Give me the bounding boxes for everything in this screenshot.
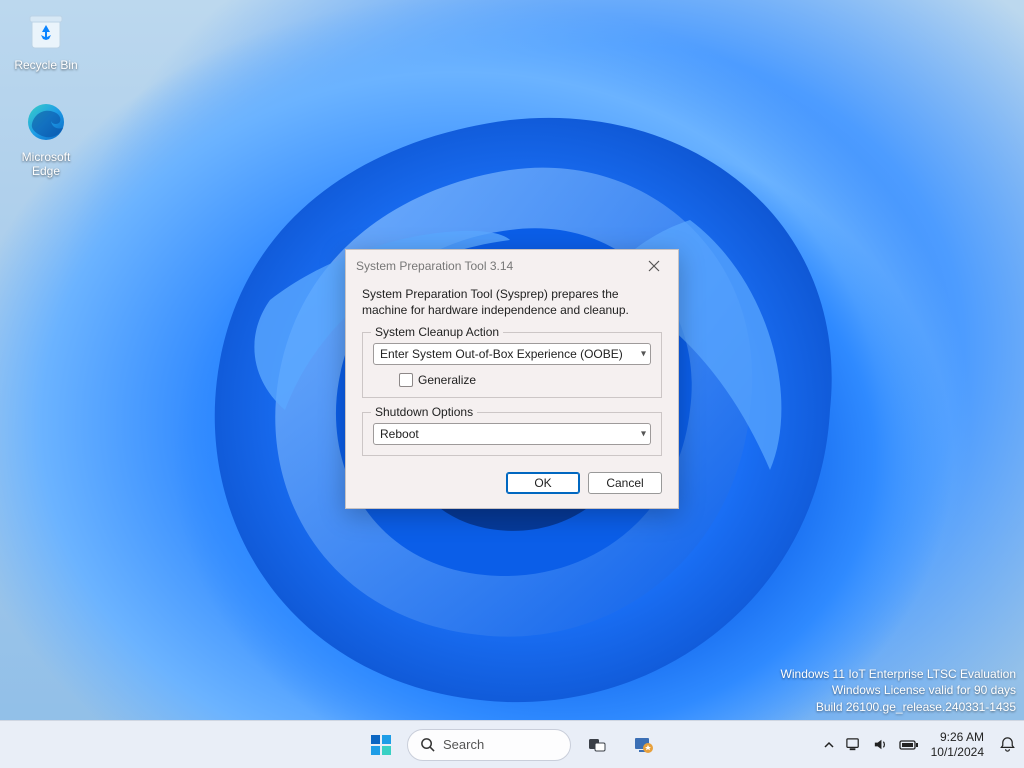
clock-time: 9:26 AM (931, 730, 984, 744)
recycle-bin-icon (22, 6, 70, 54)
search-icon (420, 737, 435, 752)
desktop-icon-label: Microsoft Edge (8, 150, 84, 179)
taskbar-right: 9:26 AM 10/1/2024 (823, 721, 1018, 768)
start-button[interactable] (361, 725, 401, 765)
dialog-buttons: OK Cancel (362, 470, 662, 494)
notifications-button[interactable] (996, 734, 1018, 756)
watermark-line: Windows License valid for 90 days (781, 682, 1016, 699)
edge-icon (22, 98, 70, 146)
tray-overflow-button[interactable] (823, 739, 835, 751)
windows-logo-icon (369, 733, 393, 757)
task-view-button[interactable] (577, 725, 617, 765)
generalize-row: Generalize (373, 373, 651, 387)
button-label: Cancel (606, 476, 643, 490)
group-system-cleanup: System Cleanup Action Enter System Out-o… (362, 332, 662, 398)
taskbar-app-sysprep[interactable] (623, 725, 663, 765)
desktop-watermark: Windows 11 IoT Enterprise LTSC Evaluatio… (781, 666, 1016, 716)
taskbar: Search (0, 720, 1024, 768)
bell-icon (999, 736, 1016, 753)
shutdown-option-select[interactable]: Reboot ▾ (373, 423, 651, 445)
desktop-icon-recycle-bin[interactable]: Recycle Bin (8, 6, 84, 72)
volume-icon[interactable] (872, 736, 889, 753)
titlebar[interactable]: System Preparation Tool 3.14 (346, 250, 678, 282)
button-label: OK (534, 476, 551, 490)
group-shutdown-options: Shutdown Options Reboot ▾ (362, 412, 662, 456)
group-legend: Shutdown Options (371, 405, 477, 419)
sysprep-icon (631, 733, 655, 757)
cleanup-action-select[interactable]: Enter System Out-of-Box Experience (OOBE… (373, 343, 651, 365)
group-legend: System Cleanup Action (371, 325, 503, 339)
dialog-body: System Preparation Tool (Sysprep) prepar… (346, 282, 678, 508)
desktop-icon-edge[interactable]: Microsoft Edge (8, 98, 84, 179)
close-icon (648, 260, 660, 272)
system-tray (823, 736, 919, 753)
generalize-checkbox[interactable] (399, 373, 413, 387)
window-title: System Preparation Tool 3.14 (356, 259, 638, 273)
clock-date: 10/1/2024 (931, 745, 984, 759)
taskbar-center: Search (361, 721, 663, 768)
sysprep-dialog: System Preparation Tool 3.14 System Prep… (345, 249, 679, 509)
checkbox-label: Generalize (418, 373, 476, 387)
close-button[interactable] (638, 252, 670, 280)
select-value: Enter System Out-of-Box Experience (OOBE… (380, 347, 623, 361)
dialog-intro-text: System Preparation Tool (Sysprep) prepar… (362, 286, 662, 318)
watermark-line: Build 26100.ge_release.240331-1435 (781, 699, 1016, 716)
battery-icon[interactable] (899, 738, 919, 752)
taskbar-search[interactable]: Search (407, 729, 571, 761)
chevron-down-icon: ▾ (641, 429, 646, 440)
taskbar-clock[interactable]: 9:26 AM 10/1/2024 (931, 730, 984, 759)
cancel-button[interactable]: Cancel (588, 472, 662, 494)
watermark-line: Windows 11 IoT Enterprise LTSC Evaluatio… (781, 666, 1016, 683)
chevron-down-icon: ▾ (641, 349, 646, 360)
chevron-up-icon (823, 739, 835, 751)
network-icon[interactable] (845, 736, 862, 753)
task-view-icon (586, 734, 608, 756)
search-placeholder: Search (443, 737, 484, 752)
select-value: Reboot (380, 427, 419, 441)
desktop-icon-label: Recycle Bin (8, 58, 84, 72)
ok-button[interactable]: OK (506, 472, 580, 494)
